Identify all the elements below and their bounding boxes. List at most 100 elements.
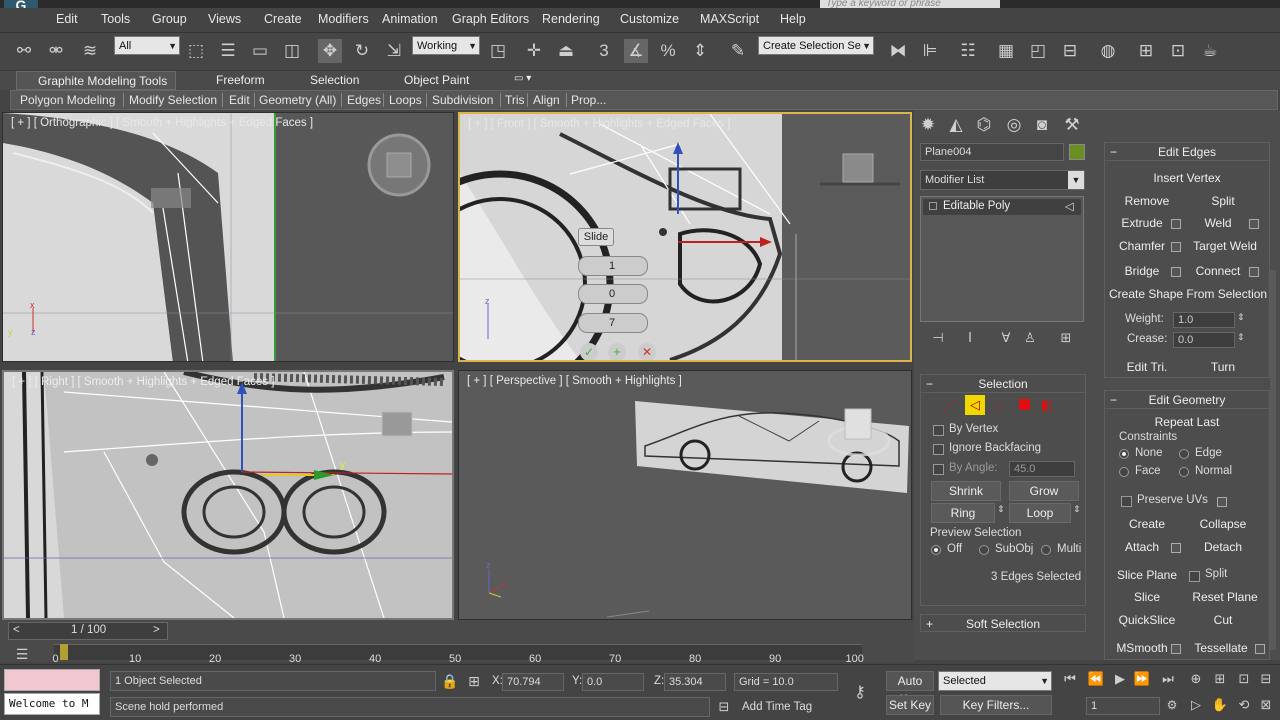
current-frame-field[interactable]: 1 [1086,697,1160,715]
menu-help[interactable]: Help [780,12,806,26]
next-frame-icon[interactable]: ⏩ [1130,667,1154,691]
key-filters-button[interactable]: Key Filters... [940,695,1052,715]
panel-polygon-modeling[interactable]: Polygon Modeling [20,93,115,107]
remove-modifier-icon[interactable]: ♙ [1018,326,1042,350]
object-color-swatch[interactable] [1069,144,1085,160]
select-by-name-icon[interactable]: ☰ [216,39,240,63]
set-key-button[interactable]: Set Key [886,695,934,715]
grow-button[interactable]: Grow [1009,481,1079,501]
absolute-mode-icon[interactable]: ⊞ [462,669,486,693]
tab-object-paint[interactable]: Object Paint [404,73,469,87]
connect-button[interactable]: Connect [1189,264,1247,278]
tessellate-button[interactable]: Tessellate [1189,641,1253,655]
menu-modifiers[interactable]: Modifiers [318,12,369,26]
edit-edges-header[interactable]: − Edit Edges [1105,143,1269,161]
constraint-face-radio[interactable] [1119,467,1129,477]
light-bulb-icon[interactable]: ◁ [1065,199,1074,213]
split-checkbox[interactable] [1189,571,1200,582]
pan-view-icon[interactable]: ✋ [1208,693,1232,717]
menu-edit[interactable]: Edit [56,12,78,26]
slice-button[interactable]: Slice [1113,590,1181,604]
tab-freeform[interactable]: Freeform [216,73,265,87]
preview-subobj-radio[interactable] [979,545,989,555]
menu-create[interactable]: Create [264,12,302,26]
loop-spinner-icon[interactable]: ⇕ [1073,504,1081,515]
chamfer-settings-icon[interactable] [1171,242,1181,252]
weld-settings-icon[interactable] [1249,219,1259,229]
reference-coordinate-dropdown[interactable]: Working ▼ [412,36,480,55]
schematic-view-icon[interactable]: ⊟ [1058,39,1082,63]
menu-animation[interactable]: Animation [382,12,438,26]
extrude-button[interactable]: Extrude [1113,216,1171,230]
viewport-label[interactable]: [ + ] [ Orthographic ] [ Smooth + Highli… [11,117,313,129]
go-to-end-icon[interactable]: ⏭ [1156,667,1180,691]
edit-tri-button[interactable]: Edit Tri. [1113,360,1181,374]
repeat-last-button[interactable]: Repeat Last [1113,415,1261,429]
constraint-edge-radio[interactable] [1179,449,1189,459]
mirror-icon[interactable]: ⧓ [886,39,910,63]
expand-icon[interactable] [929,202,937,210]
previous-frame-icon[interactable]: ⏪ [1084,667,1108,691]
angle-snap-icon[interactable]: ∡ [624,39,648,63]
soft-selection-rollout-header[interactable]: + Soft Selection [920,614,1086,632]
menu-maxscript[interactable]: MAXScript [700,12,759,26]
caddy-segments-field[interactable]: 1 [578,256,648,276]
connect-settings-icon[interactable] [1249,267,1259,277]
reset-plane-button[interactable]: Reset Plane [1189,590,1261,604]
prev-frame-icon[interactable]: < [13,624,20,636]
panel-geometry-all[interactable]: Geometry (All) [259,93,336,107]
move-icon[interactable]: ✥ [318,39,342,63]
menu-rendering[interactable]: Rendering [542,12,600,26]
material-editor-icon[interactable]: ◍ [1096,39,1120,63]
make-unique-icon[interactable]: ∀ [994,326,1018,350]
insert-vertex-button[interactable]: Insert Vertex [1113,171,1261,185]
edit-geometry-header[interactable]: − Edit Geometry [1105,391,1269,409]
viewport-orthographic[interactable]: x y z [ + ] [ Orthographic ] [ Smooth + … [2,112,454,362]
attach-settings-icon[interactable] [1171,543,1181,553]
select-link-icon[interactable]: ⚯ [12,39,36,63]
constraint-normal-radio[interactable] [1179,467,1189,477]
render-setup-icon[interactable]: ⊞ [1134,39,1158,63]
collapse-button[interactable]: Collapse [1189,517,1257,531]
spinner-snap-icon[interactable]: ⇕ [688,39,712,63]
ignore-backfacing-checkbox[interactable] [933,444,944,455]
msmooth-button[interactable]: MSmooth [1113,641,1171,655]
orbit-icon[interactable]: ⟲ [1232,693,1256,717]
spinner-arrows-icon[interactable]: ⇕ [1237,332,1245,343]
tab-graphite-modeling-tools[interactable]: Graphite Modeling Tools [16,71,176,90]
viewport-right[interactable]: y [ + ] [ Right ] [ Smooth + Highlights … [2,370,454,620]
bridge-button[interactable]: Bridge [1113,264,1171,278]
attach-button[interactable]: Attach [1113,540,1171,554]
x-coordinate-field[interactable]: 70.794 [502,673,564,691]
ribbon-options-icon[interactable]: ▭ ▾ [514,73,531,84]
selection-rollout-header[interactable]: − Selection [921,375,1085,393]
by-angle-spinner[interactable]: 45.0 [1009,461,1075,477]
pivot-center-icon[interactable]: ◳ [486,39,510,63]
viewport-front[interactable]: z [ + ] [ Front ] [ Smooth + Highlights … [458,112,912,362]
slice-plane-button[interactable]: Slice Plane [1113,568,1181,582]
vertex-mode-icon[interactable]: ⋰ [943,397,957,414]
percent-snap-icon[interactable]: % [656,39,680,63]
trackbar-icon[interactable]: ☰ [10,642,34,666]
viewport-perspective[interactable]: z [ + ] [ Perspective ] [ Smooth + Highl… [458,370,912,620]
caddy-cancel-icon[interactable]: ✕ [638,343,656,360]
scale-icon[interactable]: ⇲ [382,39,406,63]
graphite-toggle-icon[interactable]: ▦ [994,39,1018,63]
viewport-label[interactable]: [ + ] [ Right ] [ Smooth + Highlights + … [12,376,274,388]
by-angle-checkbox[interactable] [933,464,944,475]
element-mode-icon[interactable]: ◧ [1041,397,1053,413]
go-to-start-icon[interactable]: ⏮ [1058,667,1082,691]
auto-key-button[interactable]: Auto Key [886,671,934,706]
edit-named-selection-icon[interactable]: ✎ [726,39,750,63]
stack-item-editable-poly[interactable]: Editable Poly ◁ [923,199,1081,215]
named-selection-set-dropdown[interactable]: Create Selection Se ▼ [758,36,874,55]
maxscript-listener-output[interactable]: Welcome to M [4,693,100,715]
display-tab-icon[interactable]: ◙ [1030,113,1054,137]
caddy-ok-icon[interactable]: ✓ [580,343,598,360]
select-object-icon[interactable]: ⬚ [184,39,208,63]
panel-loops[interactable]: Loops [389,93,422,107]
keyboard-shortcut-override-icon[interactable]: ⏏ [554,39,578,63]
crease-spinner[interactable]: 0.0 [1173,332,1235,348]
current-time-marker[interactable] [60,644,68,660]
object-name-field[interactable]: Plane004 [920,143,1064,161]
